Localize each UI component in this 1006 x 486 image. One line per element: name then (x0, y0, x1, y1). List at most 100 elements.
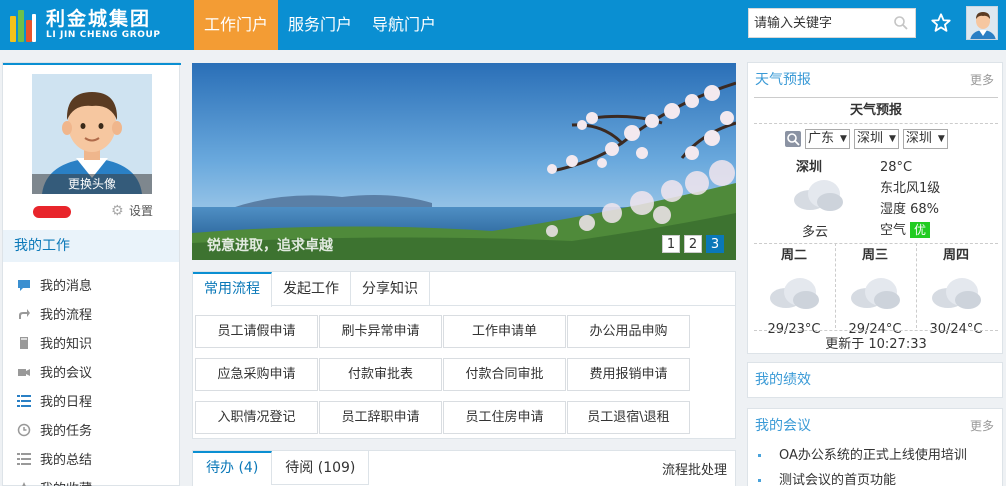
menu-item-label: 我的流程 (40, 308, 93, 323)
workflow-tabs: 常用流程 发起工作 分享知识 (193, 272, 735, 307)
performance-panel: 我的绩效 (747, 362, 1003, 398)
profile-photo[interactable]: 更换头像 (32, 74, 152, 194)
logo-mark-icon (8, 8, 38, 42)
flow-button-leave[interactable]: 员工请假申请 (195, 315, 318, 348)
logo[interactable]: 利金城集团 LI JIN CHENG GROUP (8, 6, 183, 44)
forecast-day-label: 周三 (861, 248, 888, 263)
menu-item-summary[interactable]: 我的总结 (3, 444, 179, 473)
flow-button-work-request[interactable]: 工作申请单 (443, 315, 566, 348)
nav-work-portal[interactable]: 工作门户 (194, 0, 279, 50)
gear-icon: ⚙ (111, 202, 124, 219)
list-item[interactable]: OA办公系统的正式上线使用培训 (758, 443, 1002, 468)
menu-item-tasks[interactable]: 我的任务 (3, 415, 179, 444)
share-icon (19, 308, 30, 319)
menu-item-workflows[interactable]: 我的流程 (3, 299, 179, 328)
video-icon (18, 368, 30, 376)
book-icon (20, 336, 28, 349)
weather-updated-time: 更新于 10:27:33 (754, 330, 998, 352)
menu-item-label: 我的任务 (40, 424, 93, 439)
cloudy-icon (794, 180, 843, 211)
province-select[interactable]: 广东 ▼ (805, 129, 850, 149)
weather-description: 多云 (802, 225, 829, 240)
forecast-day-3: 周四 30/24°C (916, 246, 996, 337)
tab-common-flows[interactable]: 常用流程 (193, 272, 272, 307)
menu-item-knowledge[interactable]: 我的知识 (3, 328, 179, 357)
weather-wind: 东北风1级 (880, 181, 941, 196)
banner-pager: 1 2 3 (658, 235, 724, 253)
batch-process-link[interactable]: 流程批处理 (662, 459, 727, 478)
banner-caption: 锐意进取，追求卓越 (207, 238, 333, 254)
tab-todo[interactable]: 待办 (4) (193, 451, 273, 485)
meetings-more-link[interactable]: 更多 (970, 409, 994, 443)
flow-button-office-supplies[interactable]: 办公用品申购 (567, 315, 690, 348)
nav-navigation-portal[interactable]: 导航门户 (362, 0, 446, 50)
favorite-star-icon[interactable] (930, 12, 952, 34)
search-icon[interactable] (785, 131, 801, 147)
air-label: 空气 (880, 223, 907, 238)
banner-page-2[interactable]: 2 (684, 235, 702, 253)
cloudy-icon (770, 278, 819, 309)
my-work-title: 我的工作 (3, 230, 179, 262)
weather-city: 深圳 (796, 160, 823, 175)
meetings-panel: 我的会议 更多 OA办公系统的正式上线使用培训 测试会议的首页功能 (747, 408, 1003, 486)
menu-item-label: 我的会议 (40, 366, 93, 381)
meeting-list: OA办公系统的正式上线使用培训 测试会议的首页功能 (748, 443, 1002, 486)
city-select[interactable]: 深圳 ▼ (853, 129, 899, 149)
flow-button-emergency-purchase[interactable]: 应急采购申请 (195, 358, 318, 391)
banner-page-1[interactable]: 1 (662, 235, 680, 253)
search-box (748, 8, 916, 38)
main-nav: 工作门户 服务门户 导航门户 (194, 0, 446, 50)
left-panel: 更换头像 ⚙ 设置 我的工作 我的消息 我的流程 我的知识 我的会议 我的日程 … (2, 62, 181, 486)
performance-panel-title[interactable]: 我的绩效 (755, 372, 811, 388)
menu-item-favorites[interactable]: 我的收藏 (3, 473, 179, 486)
weather-more-link[interactable]: 更多 (970, 63, 994, 97)
forecast-day-label: 周二 (780, 248, 807, 263)
panel-accent-line (3, 63, 181, 65)
menu-item-meetings[interactable]: 我的会议 (3, 357, 179, 386)
weather-location-selects: 广东 ▼ 深圳 ▼ 深圳 ▼ (785, 129, 952, 149)
settings-label: 设置 (129, 204, 154, 218)
flow-button-card-exception[interactable]: 刷卡异常申请 (319, 315, 442, 348)
air-quality-badge: 优 (910, 222, 931, 238)
banner-page-3[interactable]: 3 (706, 235, 724, 253)
menu-item-schedule[interactable]: 我的日程 (3, 386, 179, 415)
weather-temperature: 28°C (880, 160, 913, 175)
district-select[interactable]: 深圳 ▼ (902, 129, 948, 149)
flow-button-checkout[interactable]: 员工退宿\退租 (567, 401, 690, 434)
weather-panel-title: 天气预报 (755, 72, 811, 88)
search-icon[interactable] (893, 15, 909, 31)
menu-item-label: 我的消息 (40, 279, 93, 294)
forecast-day-2: 周三 29/24°C (835, 246, 915, 337)
banner-image[interactable]: 锐意进取，追求卓越 1 2 3 (192, 63, 736, 260)
tab-to-read[interactable]: 待阅 (109) (272, 451, 370, 485)
bullet-icon (758, 479, 761, 482)
tab-share-knowledge[interactable]: 分享知识 (351, 272, 430, 306)
weather-humidity: 湿度 68% (880, 202, 940, 217)
message-icon (18, 279, 30, 291)
user-avatar[interactable] (966, 6, 998, 40)
weather-panel: 天气预报 更多 天气预报 广东 ▼ 深圳 ▼ 深圳 ▼ 深圳 多云 28°C 东北风1… (747, 62, 1003, 354)
menu-item-label: 我的收藏 (40, 478, 92, 486)
flow-button-expense-claim[interactable]: 费用报销申请 (567, 358, 690, 391)
search-input[interactable] (749, 9, 889, 37)
list-item[interactable]: 测试会议的首页功能 (758, 468, 1002, 486)
top-bar: 利金城集团 LI JIN CHENG GROUP 工作门户 服务门户 导航门户 (0, 0, 1006, 50)
flow-button-contract-approval[interactable]: 付款合同审批 (443, 358, 566, 391)
flow-button-payment-approval[interactable]: 付款审批表 (319, 358, 442, 391)
tab-start-work[interactable]: 发起工作 (272, 272, 351, 306)
bullet-icon (758, 454, 761, 457)
weather-widget: 天气预报 广东 ▼ 深圳 ▼ 深圳 ▼ 深圳 多云 28°C 东北风1级 湿度 68%… (754, 97, 998, 352)
divider (754, 243, 998, 244)
cloudy-icon (932, 278, 981, 309)
flow-button-resignation[interactable]: 员工辞职申请 (319, 401, 442, 434)
todo-panel: 待办 (4) 待阅 (109) 流程批处理 (192, 450, 736, 486)
flow-button-housing[interactable]: 员工住房申请 (443, 401, 566, 434)
change-avatar-button[interactable]: 更换头像 (32, 174, 152, 194)
list-icon (17, 394, 31, 407)
flow-button-onboarding[interactable]: 入职情况登记 (195, 401, 318, 434)
menu-item-messages[interactable]: 我的消息 (3, 270, 179, 299)
settings-link[interactable]: ⚙ 设置 (111, 202, 153, 219)
nav-service-portal[interactable]: 服务门户 (278, 0, 362, 50)
weather-widget-title: 天气预报 (754, 98, 998, 124)
user-name-redacted (33, 206, 71, 218)
